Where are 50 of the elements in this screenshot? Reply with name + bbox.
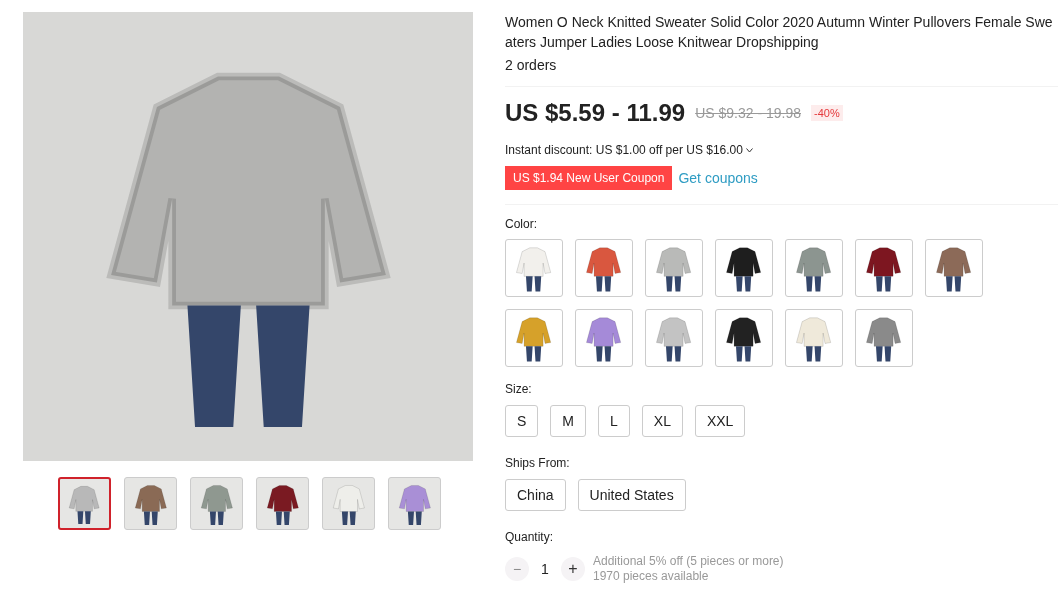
- size-option[interactable]: S: [505, 405, 539, 437]
- color-swatch[interactable]: [505, 309, 563, 367]
- sweater-icon: [724, 314, 764, 362]
- bulk-discount-note: Additional 5% off (5 pieces or more): [593, 554, 784, 569]
- product-title: Women O Neck Knitted Sweater Solid Color 2020 Autumn Winter Pullovers Female Sweaters Jumper Ladies Loose Knitwear Dropshipping: [505, 13, 1053, 52]
- sweater-icon: [864, 314, 904, 362]
- sweater-icon: [584, 244, 624, 292]
- sweater-icon: [794, 244, 834, 292]
- chevron-down-icon[interactable]: [745, 147, 753, 153]
- original-price: US $9.32 - 19.98: [695, 103, 801, 123]
- color-swatch[interactable]: [925, 239, 983, 297]
- color-swatch[interactable]: [505, 239, 563, 297]
- price: US $5.59 - 11.99: [505, 98, 686, 128]
- size-option[interactable]: L: [598, 405, 630, 437]
- size-option[interactable]: M: [550, 405, 586, 437]
- sweater-icon: [514, 314, 554, 362]
- sweater-icon: [654, 244, 694, 292]
- order-count: 2 orders: [505, 56, 558, 75]
- stock-count: 1970 pieces available: [593, 569, 710, 584]
- sweater-icon: [864, 244, 904, 292]
- instant-discount: Instant discount: US $1.00 off per US $16.00: [505, 142, 743, 159]
- color-swatch[interactable]: [575, 309, 633, 367]
- discount-badge: -40%: [811, 104, 843, 122]
- size-label: Size:: [505, 381, 533, 398]
- quantity-value: 1: [540, 559, 550, 579]
- color-swatch[interactable]: [575, 239, 633, 297]
- color-swatch[interactable]: [645, 239, 703, 297]
- size-option[interactable]: XL: [641, 405, 683, 437]
- sweater-icon: [654, 314, 694, 362]
- sweater-icon: [514, 244, 554, 292]
- sweater-icon: [794, 314, 834, 362]
- sweater-icon: [724, 244, 764, 292]
- color-swatch[interactable]: [855, 239, 913, 297]
- sweater-icon: [934, 244, 974, 292]
- quantity-label: Quantity:: [505, 529, 555, 546]
- coupon-badge: US $1.94 New User Coupon: [505, 166, 673, 190]
- color-swatch[interactable]: [785, 239, 843, 297]
- thumbnail[interactable]: [58, 477, 111, 530]
- color-swatch[interactable]: [715, 309, 773, 367]
- increase-button[interactable]: +: [561, 557, 585, 581]
- sweater-icon: [584, 314, 624, 362]
- color-label: Color:: [505, 216, 538, 233]
- size-option[interactable]: XXL: [694, 405, 746, 437]
- color-swatch[interactable]: [785, 309, 843, 367]
- ships-from-label: Ships From:: [505, 455, 571, 472]
- ships-from-option[interactable]: China: [505, 479, 566, 511]
- ships-from-option[interactable]: United States: [577, 479, 686, 511]
- color-swatch[interactable]: [715, 239, 773, 297]
- color-swatch[interactable]: [855, 309, 913, 367]
- color-swatch[interactable]: [645, 309, 703, 367]
